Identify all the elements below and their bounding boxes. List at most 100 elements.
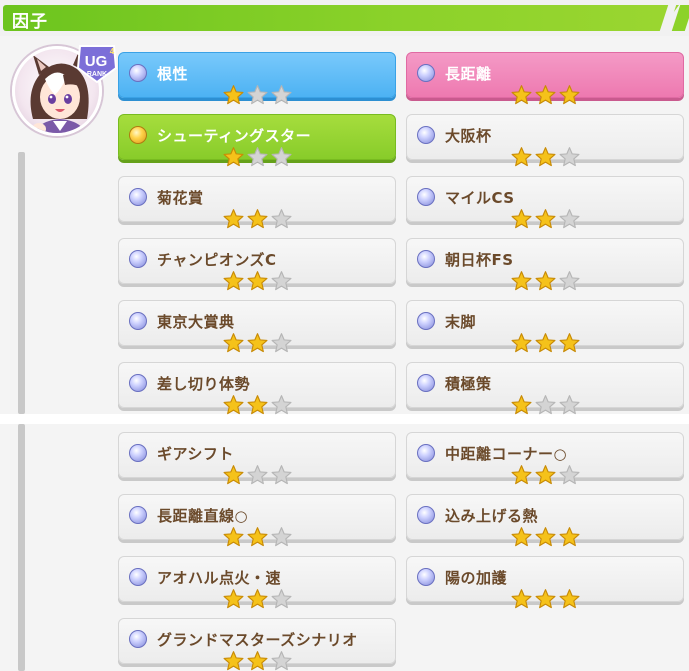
factor-orb-icon [129, 250, 147, 268]
star-filled-icon [511, 333, 532, 353]
star-filled-icon [535, 85, 556, 105]
star-filled-icon [559, 527, 580, 547]
star-empty-icon [247, 147, 268, 167]
rank-badge-mark: 4 [110, 47, 115, 56]
factor-orb-icon [417, 444, 435, 462]
factor-card[interactable]: ギアシフト [118, 432, 396, 485]
section-divider [0, 414, 689, 424]
star-filled-icon [247, 395, 268, 415]
factor-label: 込み上げる熱 [445, 507, 539, 525]
factor-orb-icon [417, 374, 435, 392]
factor-card[interactable]: チャンピオンズC [118, 238, 396, 291]
factor-stars [222, 84, 294, 106]
factor-label: 根性 [157, 65, 189, 83]
star-filled-icon [511, 395, 532, 415]
star-empty-icon [271, 271, 292, 291]
factor-orb-icon [417, 64, 435, 82]
factor-orb-icon [417, 312, 435, 330]
factor-label: 朝日杯FS [445, 251, 514, 269]
rank-badge-sub: RANK [87, 71, 107, 78]
factor-stars [222, 650, 294, 671]
factor-card[interactable]: 末脚 [406, 300, 684, 353]
factor-orb-icon [417, 568, 435, 586]
star-filled-icon [511, 589, 532, 609]
star-filled-icon [223, 589, 244, 609]
tree-line [18, 152, 25, 414]
factor-card[interactable]: アオハル点火・速 [118, 556, 396, 609]
star-filled-icon [247, 651, 268, 671]
star-filled-icon [223, 527, 244, 547]
factor-label: アオハル点火・速 [157, 569, 282, 587]
factor-card[interactable]: 積極策 [406, 362, 684, 415]
factor-label: マイルCS [445, 189, 515, 207]
factor-label: チャンピオンズC [157, 251, 277, 269]
factor-stars [222, 588, 294, 610]
factor-stars [510, 270, 582, 292]
factor-card[interactable]: 朝日杯FS [406, 238, 684, 291]
factor-label: 末脚 [445, 313, 477, 331]
star-empty-icon [271, 209, 292, 229]
factor-stars [510, 84, 582, 106]
factor-label: 大阪杯 [445, 127, 492, 145]
factor-header: 因子 [0, 0, 689, 36]
rank-badge-icon: UG RANK 4 [76, 45, 118, 84]
factor-card[interactable]: 込み上げる熱 [406, 494, 684, 547]
factor-card[interactable]: 長距離 [406, 52, 684, 105]
factor-stars [222, 332, 294, 354]
star-filled-icon [535, 147, 556, 167]
factor-card[interactable]: 陽の加護 [406, 556, 684, 609]
factor-stars [222, 270, 294, 292]
factor-orb-icon [129, 630, 147, 648]
star-filled-icon [511, 465, 532, 485]
factor-card[interactable]: 根性 [118, 52, 396, 105]
factor-label: 長距離 [445, 65, 492, 83]
factor-card[interactable]: 差し切り体勢 [118, 362, 396, 415]
star-filled-icon [511, 85, 532, 105]
star-empty-icon [271, 651, 292, 671]
star-filled-icon [511, 209, 532, 229]
factor-card[interactable]: 大阪杯 [406, 114, 684, 167]
star-filled-icon [535, 589, 556, 609]
star-filled-icon [223, 465, 244, 485]
star-empty-icon [271, 333, 292, 353]
star-filled-icon [223, 85, 244, 105]
factor-label: 中距離コーナー○ [445, 445, 568, 463]
factor-card[interactable]: 長距離直線○ [118, 494, 396, 547]
factor-card[interactable]: シューティングスター [118, 114, 396, 167]
factor-stars [510, 394, 582, 416]
star-empty-icon [559, 395, 580, 415]
factor-label: 差し切り体勢 [157, 375, 251, 393]
factor-stars [222, 464, 294, 486]
factor-label: 積極策 [445, 375, 492, 393]
star-filled-icon [511, 527, 532, 547]
factor-stars [510, 526, 582, 548]
header-bar [3, 5, 679, 31]
star-filled-icon [511, 147, 532, 167]
factor-orb-icon [129, 506, 147, 524]
character-avatar[interactable]: UG RANK 4 [12, 42, 118, 146]
star-filled-icon [535, 465, 556, 485]
star-filled-icon [247, 271, 268, 291]
factor-orb-icon [129, 64, 147, 82]
factor-stars [510, 464, 582, 486]
star-filled-icon [247, 333, 268, 353]
factor-stars [510, 208, 582, 230]
rank-badge-text: UG [85, 53, 108, 70]
star-filled-icon [223, 209, 244, 229]
factor-orb-icon [417, 188, 435, 206]
factor-orb-icon [417, 250, 435, 268]
star-empty-icon [247, 85, 268, 105]
star-filled-icon [223, 271, 244, 291]
factor-card[interactable]: 菊花賞 [118, 176, 396, 229]
factor-orb-icon [129, 568, 147, 586]
factor-orb-icon [129, 374, 147, 392]
factor-card[interactable]: 中距離コーナー○ [406, 432, 684, 485]
factor-card[interactable]: 東京大賞典 [118, 300, 396, 353]
factor-card[interactable]: マイルCS [406, 176, 684, 229]
star-filled-icon [559, 85, 580, 105]
star-filled-icon [535, 333, 556, 353]
star-empty-icon [559, 147, 580, 167]
factor-orb-icon [129, 312, 147, 330]
factor-card[interactable]: グランドマスターズシナリオ [118, 618, 396, 671]
factor-stars [222, 526, 294, 548]
